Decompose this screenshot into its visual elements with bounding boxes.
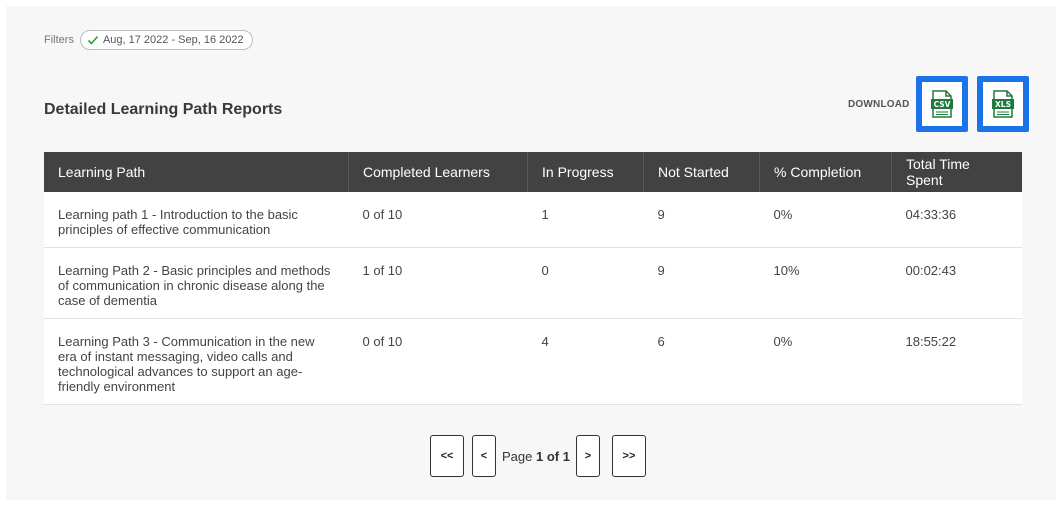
page-title: Detailed Learning Path Reports [44,101,283,118]
total-time-cell: 00:02:43 [891,247,1022,319]
last-page-button[interactable]: >> [611,435,646,477]
total-time-cell: 18:55:22 [891,318,1022,405]
table-row: Learning Path 2 - Basic principles and m… [44,247,1022,319]
column-header-in-progress[interactable]: In Progress [527,152,644,192]
first-page-button[interactable]: << [430,435,464,477]
not-started-cell: 9 [643,247,760,319]
filters-label: Filters [44,34,74,46]
page-current: 1 of 1 [536,448,570,464]
page-prefix: Page [502,448,533,464]
column-header-learning-path[interactable]: Learning Path [44,152,349,192]
completion-cell: 10% [759,247,892,319]
download-xls-button[interactable]: XLS [977,76,1029,132]
in-progress-cell: 1 [527,192,644,248]
completion-cell: 0% [759,318,892,405]
column-header-completed-learners[interactable]: Completed Learners [348,152,528,192]
table-row: Learning Path 3 - Communication in the n… [44,318,1022,405]
csv-file-tile: CSV [922,82,962,126]
table-header-row: Learning Path Completed Learners In Prog… [44,152,1022,192]
learning-path-cell: Learning Path 2 - Basic principles and m… [44,247,349,319]
learning-path-cell: Learning path 1 - Introduction to the ba… [44,192,349,248]
date-range-filter-chip[interactable]: Aug, 17 2022 - Sep, 16 2022 [79,30,253,50]
in-progress-cell: 4 [527,318,644,405]
not-started-cell: 9 [643,192,760,248]
xls-icon-text: XLS [995,100,1011,109]
check-icon [87,35,99,45]
pagination: << < Page 1 of 1 > >> [430,435,646,477]
filters-bar: Filters Aug, 17 2022 - Sep, 16 2022 [44,30,253,50]
report-panel: Filters Aug, 17 2022 - Sep, 16 2022 Deta… [6,6,1056,500]
in-progress-cell: 0 [527,247,644,319]
xls-file-icon: XLS [992,90,1014,118]
completion-cell: 0% [759,192,892,248]
download-csv-button[interactable]: CSV [916,76,968,132]
table-row: Learning path 1 - Introduction to the ba… [44,192,1022,248]
csv-icon-text: CSV [934,100,951,109]
total-time-cell: 04:33:36 [891,192,1022,248]
column-header-not-started[interactable]: Not Started [643,152,760,192]
column-header-total-time[interactable]: Total Time Spent [891,152,1022,192]
not-started-cell: 6 [643,318,760,405]
date-range-text: Aug, 17 2022 - Sep, 16 2022 [102,34,244,46]
learning-path-cell: Learning Path 3 - Communication in the n… [44,318,349,405]
page-indicator: Page 1 of 1 [502,449,570,464]
column-header-completion[interactable]: % Completion [759,152,892,192]
learning-path-report-table: Learning Path Completed Learners In Prog… [44,152,1022,405]
prev-page-button[interactable]: < [472,435,496,477]
download-label: DOWNLOAD [848,99,910,110]
completed-learners-cell: 0 of 10 [348,192,528,248]
completed-learners-cell: 0 of 10 [348,318,528,405]
completed-learners-cell: 1 of 10 [348,247,528,319]
xls-file-tile: XLS [983,82,1023,126]
next-page-button[interactable]: > [575,435,600,477]
csv-file-icon: CSV [931,90,953,118]
